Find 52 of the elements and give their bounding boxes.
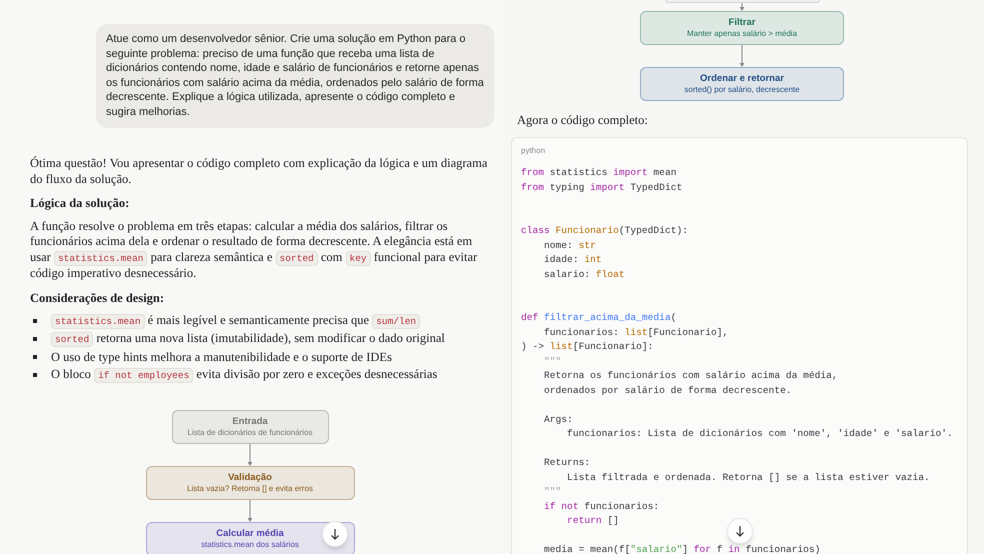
code-line: Retorna os funcionários com salário acima da média, bbox=[543, 369, 838, 383]
node-subtitle: sorted() por salário, decrescente bbox=[684, 85, 800, 95]
connector-arrow bbox=[246, 500, 254, 522]
language-label: python bbox=[521, 146, 546, 156]
code-line: idade: int bbox=[543, 253, 602, 267]
code-line: from statistics import mean bbox=[521, 166, 676, 180]
connector-arrow bbox=[246, 444, 254, 466]
list-item-text: O uso de type hints melhora a manutenibilidade e o suporte de IDEs bbox=[51, 348, 392, 365]
code-line: from typing import TypedDict bbox=[521, 180, 682, 194]
list-item-text: sorted retorna uma nova lista (imutabilidade), sem modificar o dado original bbox=[51, 330, 445, 348]
code-line: def filtrar_acima_da_media( bbox=[521, 311, 676, 325]
node-subtitle: statistics.mean dos salários bbox=[201, 540, 299, 550]
section-heading: Lógica da solução: bbox=[30, 194, 130, 211]
code-line: ) -> list[Funcionario]: bbox=[521, 340, 654, 354]
reply-paragraph: Ótima questão! Vou apresentar o código completo com explicação da lógica e um diagrama do fluxo da solução. bbox=[30, 154, 488, 187]
user-message-text: Atue como um desenvolvedor sênior. Crie uma solução em Python para o seguinte problema: preciso de uma função que receba uma lista de dicionários contendo nome, idade e salário de funcionários e retorne apenas os funcionários com salário acima da média, ordenados pelo salário de forma decrescente. Explique a lógica utilizada, apresente o código completo e sugira melhorias. bbox=[106, 32, 485, 120]
code-line: funcionarios: list[Funcionario], bbox=[543, 326, 728, 340]
code-intro-text: Agora o código completo: bbox=[517, 112, 649, 128]
node-subtitle: Lista de dicionários de funcionários bbox=[188, 428, 312, 438]
node-title: Calcular média bbox=[216, 528, 284, 540]
code-line: class Funcionario(TypedDict): bbox=[521, 224, 688, 238]
list-item-text: O bloco if not employees evita divisão por zero e exceções desnecessárias bbox=[51, 366, 438, 384]
section-heading: Considerações de design: bbox=[30, 290, 166, 306]
code-line: nome: str bbox=[543, 238, 596, 252]
bullet-icon bbox=[33, 318, 37, 323]
code-line: Returns: bbox=[543, 456, 590, 470]
bullet-icon bbox=[33, 354, 37, 359]
code-line: """ bbox=[543, 485, 562, 499]
node-title: Filtrar bbox=[728, 17, 756, 29]
code-line: salario: float bbox=[543, 268, 625, 282]
bullet-icon bbox=[33, 336, 37, 341]
node-subtitle: Lista vazia? Retorna [] e evita erros bbox=[187, 484, 313, 494]
scroll-down-button[interactable] bbox=[322, 521, 348, 547]
code-line: ordenados por salário de forma decrescente. bbox=[543, 384, 792, 398]
reply-paragraph: A função resolve o problema em três etapas: calcular a média dos salários, filtrar os funcionários acima dela e ordenar o resultado de forma decrescente. A elegância está em usar statistics.mean para clareza semântica e sorted com key funcional para evitar código imperativo desnecessário. bbox=[30, 218, 478, 282]
node-title: Entrada bbox=[232, 416, 268, 428]
code-line: Args: bbox=[543, 412, 573, 426]
code-line: Lista filtrada e ordenada. Retorna [] se a lista estiver vazia. bbox=[566, 470, 930, 484]
code-line: return [] bbox=[566, 514, 619, 528]
connector-arrow bbox=[738, 3, 746, 11]
bullet-icon bbox=[33, 372, 37, 377]
code-line: media = mean(f["salario"] for f in funcionarios) bbox=[543, 543, 820, 554]
connector-arrow bbox=[738, 45, 746, 67]
arrow-down-icon bbox=[735, 525, 745, 537]
code-line: """ bbox=[543, 354, 562, 368]
code-line: funcionarios: Lista de dicionários com 'nome', 'idade' e 'salario'. bbox=[566, 427, 953, 441]
code-line: if not funcionarios: bbox=[543, 500, 660, 514]
arrow-down-icon bbox=[330, 528, 340, 540]
list-item-text: statistics.mean é mais legível e semanticamente precisa que sum/len bbox=[51, 312, 420, 330]
node-subtitle: Manter apenas salário > média bbox=[686, 29, 798, 39]
node-title: Validação bbox=[228, 472, 272, 484]
node-title: Ordenar e retornar bbox=[700, 73, 784, 85]
